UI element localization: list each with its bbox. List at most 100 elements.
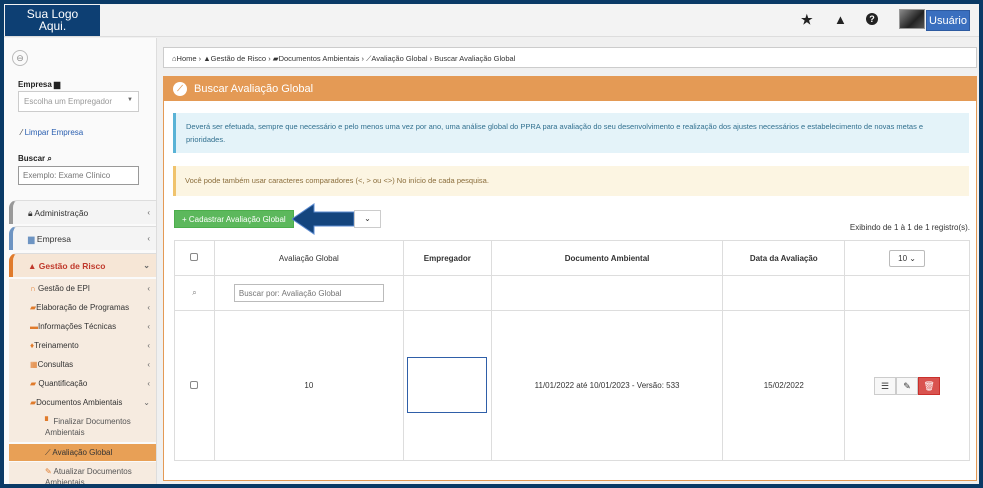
per-page-select[interactable]: 10 ⌄ — [889, 249, 926, 267]
search-icon: ⌕ — [192, 288, 197, 297]
star-icon[interactable]: ★ — [801, 12, 813, 28]
submenu-documentos-ambientais[interactable]: ▰Documentos Ambientais ⌄ — [9, 393, 156, 412]
help-icon[interactable]: ? — [866, 13, 878, 25]
cell-actions: ☰ ✎ 🗑︎ — [844, 310, 970, 461]
breadcrumb-home[interactable]: Home — [177, 54, 197, 63]
table-icon: ▦ — [30, 360, 38, 369]
cell-empregador — [402, 310, 492, 461]
submenu-gestao-epi[interactable]: ∩ Gestão de EPI ‹ — [9, 279, 156, 298]
records-count: Exibindo de 1 à 1 de 1 registro(s). — [849, 223, 970, 232]
list-icon: ☰ — [881, 380, 890, 391]
warning-icon[interactable]: ▲ — [834, 12, 847, 27]
subsub-avaliacao-global[interactable]: ⟋ Avaliação Global — [9, 444, 156, 461]
breadcrumb-current: Buscar Avaliação Global — [434, 54, 516, 63]
delete-button[interactable]: 🗑︎ — [918, 376, 941, 395]
submenu-elaboracao-programas[interactable]: ▰Elaboração de Programas ‹ — [9, 298, 156, 317]
submenu-label: Treinamento — [34, 341, 79, 350]
chart-line-icon: ⟋ — [45, 448, 51, 457]
table-filter-row: ⌕ — [174, 275, 970, 311]
edit-icon: ✎ — [45, 467, 52, 476]
submenu-label: Consultas — [37, 360, 74, 369]
header-data[interactable]: Data da Avaliação — [722, 240, 846, 276]
submenu-informacoes-tecnicas[interactable]: ▬Informações Técnicas ‹ — [9, 317, 156, 336]
subsub-atualizar-documentos[interactable]: ✎ Atualizar Documentos Ambientais — [9, 462, 156, 484]
trash-icon: 🗑︎ — [923, 380, 935, 391]
results-table: Avaliação Global Empregador Documento Am… — [174, 240, 970, 461]
chevron-left-icon: ‹ — [147, 379, 150, 388]
chevron-down-icon: ⌄ — [143, 398, 150, 407]
breadcrumb-risk[interactable]: Gestão de Risco — [211, 54, 266, 63]
search-label-text: Buscar — [18, 154, 46, 163]
cell-avaliacao: 10 — [213, 310, 404, 461]
main-content: ⌂Home › ▲Gestão de Risco › ▰Documentos A… — [163, 47, 979, 481]
add-evaluation-button[interactable]: + Cadastrar Avaliação Global — [174, 210, 294, 228]
menu-gestao-de-risco[interactable]: ▲ Gestão de Risco ⌄ — [9, 253, 156, 277]
empty-cell — [402, 275, 492, 311]
table-header-row: Avaliação Global Empregador Documento Am… — [174, 240, 970, 276]
search-label: Buscar ⌕ — [18, 154, 52, 164]
subsub-finalizar-documentos[interactable]: ▘ Finalizar Documentos Ambientais — [9, 412, 156, 442]
menu-administracao-label: Administração — [34, 208, 89, 218]
filter-cell — [213, 275, 404, 311]
clear-company-link[interactable]: ⁄ Limpar Empresa — [21, 128, 83, 137]
breadcrumb: ⌂Home › ▲Gestão de Risco › ▰Documentos A… — [163, 47, 977, 68]
menu-administracao[interactable]: 🔒︎ Administração ‹ — [9, 200, 156, 224]
options-dropdown-button[interactable]: ⌄ — [354, 210, 381, 228]
subsub-label: Finalizar Documentos Ambientais — [45, 417, 131, 437]
chevron-left-icon: ‹ — [147, 341, 150, 350]
avatar[interactable] — [899, 9, 925, 29]
book-icon: ▰ — [30, 379, 37, 388]
chevron-left-icon: ‹ — [147, 360, 150, 369]
empty-cell — [844, 275, 970, 311]
filter-icon-cell: ⌕ — [174, 275, 215, 311]
select-all-cell — [174, 240, 215, 276]
search-icon: ⌕ — [47, 154, 52, 163]
empresa-select[interactable]: Escolha um Empregador ▼ — [18, 91, 139, 112]
chart-line-icon: ⟋ — [173, 82, 187, 96]
submenu-quantificacao[interactable]: ▰ Quantificação ‹ — [9, 374, 156, 393]
chevron-down-icon: ⌄ — [364, 214, 371, 223]
warning-icon: ▲ — [203, 54, 211, 63]
edit-button[interactable]: ✎ — [896, 376, 919, 395]
chevron-left-icon: ‹ — [147, 284, 150, 293]
cell-documento: 11/01/2022 até 10/01/2023 - Versão: 533 — [490, 310, 724, 461]
sidebar-search-input[interactable] — [18, 166, 139, 185]
header-empregador[interactable]: Empregador — [402, 240, 492, 276]
submenu-consultas[interactable]: ▦Consultas ‹ — [9, 355, 156, 374]
logo[interactable]: Sua Logo Aqui. — [5, 5, 100, 36]
subsub-label: Atualizar Documentos Ambientais — [45, 467, 132, 484]
header-avaliacao[interactable]: Avaliação Global — [213, 240, 404, 276]
filter-avaliacao-input[interactable] — [233, 284, 384, 302]
chevron-left-icon: ‹ — [147, 208, 150, 217]
submenu-label: Informações Técnicas — [38, 322, 117, 331]
empresa-select-value: Escolha um Empregador — [24, 97, 113, 106]
select-all-checkbox[interactable] — [190, 253, 199, 261]
menu-empresa[interactable]: ▆ Empresa ‹ — [9, 226, 156, 250]
view-button[interactable]: ☰ — [874, 376, 897, 395]
search-panel: ⟋ Buscar Avaliação Global Deverá ser efe… — [163, 76, 977, 481]
chevron-left-icon: ‹ — [147, 322, 150, 331]
user-button[interactable]: Usuário — [926, 10, 970, 31]
collapse-sidebar-icon[interactable]: ⊖ — [12, 50, 28, 66]
plus-icon: + — [182, 215, 189, 224]
row-checkbox[interactable] — [190, 380, 199, 389]
header-documento[interactable]: Documento Ambiental — [490, 240, 724, 276]
panel-title: Buscar Avaliação Global — [194, 83, 314, 95]
top-bar: Sua Logo Aqui. ★ ▲ ? Usuário — [4, 4, 979, 37]
breadcrumb-docs[interactable]: Documentos Ambientais — [279, 54, 360, 63]
warning-alert: Você pode também usar caracteres compara… — [173, 166, 969, 196]
app-window: Sua Logo Aqui. ★ ▲ ? Usuário ⊖ Empresa ▆… — [4, 4, 979, 484]
breadcrumb-global[interactable]: Avaliação Global — [371, 54, 427, 63]
submenu-label: Elaboração de Programas — [36, 303, 130, 312]
empregador-highlight-box — [407, 356, 488, 413]
folder-icon: ▬ — [30, 322, 38, 331]
submenu-label: Gestão de EPI — [37, 284, 91, 293]
per-page-cell: 10 ⌄ — [844, 240, 970, 276]
row-select-cell — [174, 310, 215, 461]
submenu-treinamento[interactable]: ♦Treinamento ‹ — [9, 336, 156, 355]
chevron-down-icon: ▼ — [127, 97, 133, 103]
file-icon: ▘ — [45, 417, 52, 426]
warning-icon: ▲ — [28, 261, 39, 271]
chevron-left-icon: ‹ — [147, 234, 150, 243]
cell-data: 15/02/2022 — [722, 310, 846, 461]
